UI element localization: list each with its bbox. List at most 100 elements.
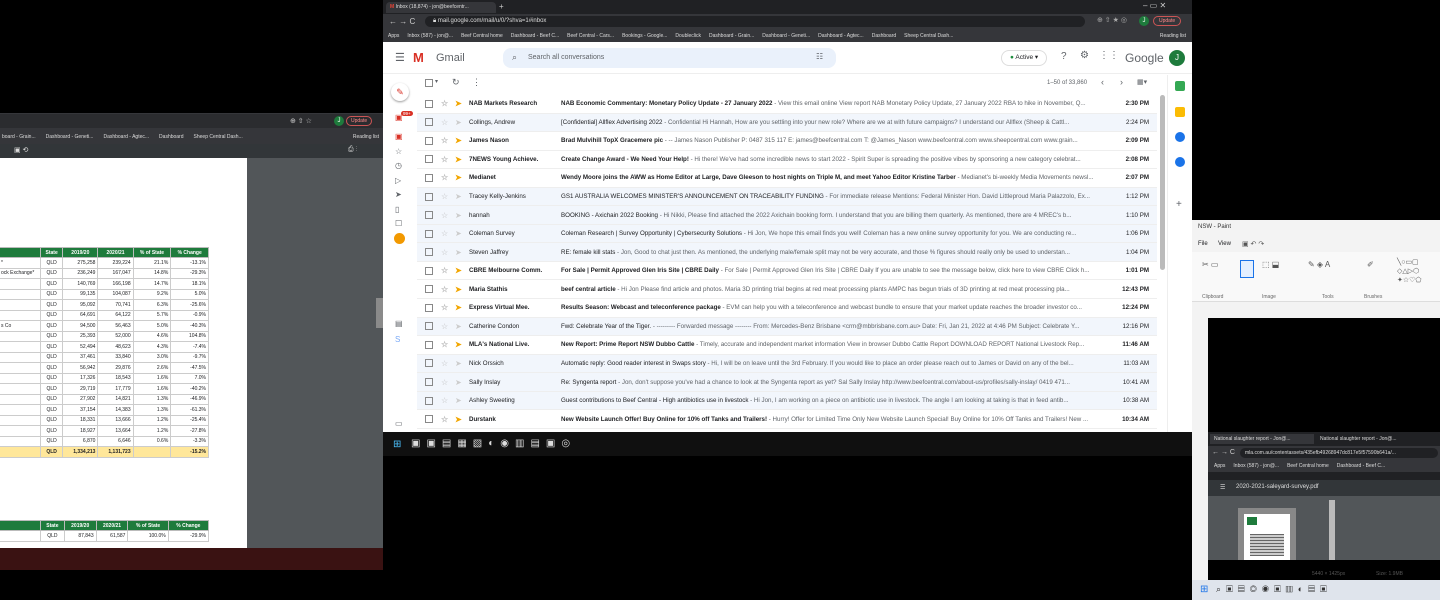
- nav-icon[interactable]: ← → C: [1212, 449, 1235, 456]
- star-icon[interactable]: ☆: [441, 415, 451, 424]
- important-icon[interactable]: ➤: [455, 415, 465, 424]
- scrollbar[interactable]: [1329, 500, 1335, 560]
- row-checkbox[interactable]: [425, 192, 433, 201]
- prev-page-icon[interactable]: ‹: [1101, 77, 1104, 87]
- bookmark[interactable]: Doubleclick: [675, 33, 701, 39]
- email-row[interactable]: ☆ ➤ Medianet Wendy Moore joins the AWW as H…: [417, 169, 1157, 188]
- email-row[interactable]: ☆ ➤ hannah BOOKING - Axichain 2022 Booking …: [417, 206, 1157, 225]
- taskbar-apps[interactable]: ▣▣▤▦▧◐◉▥▤▣◎: [411, 438, 576, 449]
- print-icon[interactable]: ⎙ ⋮: [348, 146, 357, 154]
- row-checkbox[interactable]: [425, 248, 433, 257]
- bookmark[interactable]: Inbox (587) - jon@...: [407, 33, 453, 39]
- star-icon[interactable]: ☆: [441, 285, 451, 294]
- bookmark[interactable]: Apps: [1214, 463, 1225, 469]
- star-icon[interactable]: ☆: [441, 118, 451, 127]
- row-checkbox[interactable]: [425, 155, 433, 164]
- email-row[interactable]: ☆ ➤ Nick Orssich Automatic reply: Good read…: [417, 354, 1157, 374]
- bookmark[interactable]: Dashboard - Geneti...: [762, 33, 810, 39]
- avatar[interactable]: J: [1139, 16, 1149, 26]
- important-icon[interactable]: ➤: [455, 359, 465, 368]
- bookmark[interactable]: Sheep Central Dash...: [194, 134, 243, 140]
- chat-icon[interactable]: ☐: [395, 219, 402, 228]
- start-icon[interactable]: ⊞: [393, 439, 401, 450]
- status-button[interactable]: ● Active ▾: [1001, 50, 1048, 66]
- email-row[interactable]: ☆ ➤ Ashley Sweeting Guest contributions to …: [417, 391, 1157, 411]
- row-checkbox[interactable]: [425, 99, 433, 108]
- row-checkbox[interactable]: [425, 118, 433, 127]
- quick-access-icons[interactable]: ▣ ↶ ↷: [1242, 240, 1264, 248]
- reading-list[interactable]: Reading list: [1160, 33, 1186, 39]
- star-icon[interactable]: ☆: [441, 136, 451, 145]
- important-icon[interactable]: ➤: [455, 322, 465, 331]
- zoom-icon[interactable]: ⊕ ⇧ ☆: [290, 117, 312, 125]
- important-icon[interactable]: ➤: [455, 248, 465, 257]
- input-tools-icon[interactable]: ▦▾: [1137, 78, 1147, 86]
- important-icon[interactable]: ➤: [455, 192, 465, 201]
- keep-icon[interactable]: [1175, 107, 1185, 117]
- contacts-icon[interactable]: [1175, 157, 1185, 167]
- row-checkbox[interactable]: [425, 211, 433, 220]
- row-checkbox[interactable]: [425, 229, 433, 238]
- star-icon[interactable]: ☆: [441, 173, 451, 182]
- star-icon[interactable]: ☆: [441, 192, 451, 201]
- apps-grid-icon[interactable]: ⋮⋮: [1099, 50, 1119, 61]
- bookmark[interactable]: Beef Central home: [1287, 463, 1329, 469]
- image-icons[interactable]: ⬚ ⬓: [1262, 260, 1279, 269]
- star-icon[interactable]: ☆: [441, 340, 451, 349]
- star-icon[interactable]: ☆: [441, 322, 451, 331]
- bookmark[interactable]: board - Grain...: [2, 134, 36, 140]
- bookmark[interactable]: Dashboard - Beef C...: [511, 33, 559, 39]
- star-icon[interactable]: ☆: [441, 99, 451, 108]
- row-checkbox[interactable]: [425, 359, 433, 368]
- email-row[interactable]: ☆ ➤ Tracey Kelly-Jenkins GS1 AUSTRALIA WELC…: [417, 187, 1157, 207]
- calendar-icon[interactable]: [1175, 81, 1185, 91]
- tasks-icon[interactable]: [1175, 132, 1185, 142]
- tab-slaughter-report[interactable]: National slaughter report - Jon@...: [1210, 434, 1314, 444]
- important-icon[interactable]: ➤: [455, 211, 465, 220]
- avatar[interactable]: J: [334, 116, 344, 126]
- search-icon[interactable]: ⌕: [512, 52, 517, 63]
- star-icon[interactable]: ☆: [441, 303, 451, 312]
- tab-inbox[interactable]: M Inbox (18,874) - jon@beefcentr...: [386, 2, 496, 13]
- email-row[interactable]: ☆ ➤ NAB Markets Research NAB Economic Comme…: [417, 95, 1157, 114]
- bookmark[interactable]: Beef Central home: [461, 33, 503, 39]
- row-checkbox[interactable]: [425, 378, 433, 386]
- row-checkbox[interactable]: [425, 266, 433, 275]
- select-all-checkbox[interactable]: [425, 79, 433, 87]
- clock-icon[interactable]: ◷: [395, 161, 402, 170]
- update-button[interactable]: Update: [1153, 16, 1182, 26]
- refresh-icon[interactable]: ↻: [452, 77, 460, 88]
- thumbnail-frame[interactable]: [1238, 508, 1296, 560]
- important-icon[interactable]: ➤: [455, 155, 465, 164]
- url-field[interactable]: mla.com.au/contentassets/435efb49268947d…: [1240, 448, 1438, 458]
- menu-file[interactable]: File: [1198, 241, 1208, 247]
- important-icon[interactable]: ➤: [455, 378, 465, 387]
- row-checkbox[interactable]: [425, 396, 433, 405]
- bookmark[interactable]: Dashboard: [159, 134, 183, 140]
- filter-icon[interactable]: ☷: [816, 52, 823, 61]
- email-row[interactable]: ☆ ➤ James Nason Brad Mulvihill TopX Graceme…: [417, 132, 1157, 151]
- email-row[interactable]: ☆ ➤ Sally Inslay Re: Syngenta report - Jon,…: [417, 373, 1157, 392]
- star-icon[interactable]: ☆: [441, 266, 451, 275]
- add-addon-icon[interactable]: +: [1176, 199, 1182, 210]
- row-checkbox[interactable]: [425, 415, 433, 424]
- menu-icon[interactable]: ☰: [395, 51, 405, 64]
- row-checkbox[interactable]: [425, 136, 433, 145]
- scrollbar[interactable]: [376, 298, 383, 328]
- important-icon[interactable]: ➤: [455, 340, 465, 349]
- email-row[interactable]: ☆ ➤ MLA's National Live. New Report: Prime …: [417, 336, 1157, 355]
- send-icon[interactable]: ➤: [395, 190, 402, 199]
- star-icon[interactable]: ☆: [441, 248, 451, 257]
- chevron-down-icon[interactable]: ▾: [435, 78, 438, 85]
- address-bar[interactable]: ⊕ ⇧ ☆ J Update: [0, 114, 383, 128]
- bookmark[interactable]: Sheep Central Dash...: [904, 33, 953, 39]
- more-icon[interactable]: ⋮: [472, 77, 481, 88]
- email-row[interactable]: ☆ ➤ Catherine Condon Fwd: Celebrate Year of…: [417, 317, 1157, 337]
- compose-icon[interactable]: ✎: [391, 83, 409, 101]
- bookmark[interactable]: Dashboard - Grain...: [709, 33, 754, 39]
- star-icon[interactable]: ☆: [441, 155, 451, 164]
- video-icon[interactable]: ▭: [395, 419, 403, 428]
- important-icon[interactable]: ➤: [455, 229, 465, 238]
- tools-icons[interactable]: ✎ ◈ A: [1308, 260, 1330, 269]
- important-icon[interactable]: ➤: [455, 396, 465, 405]
